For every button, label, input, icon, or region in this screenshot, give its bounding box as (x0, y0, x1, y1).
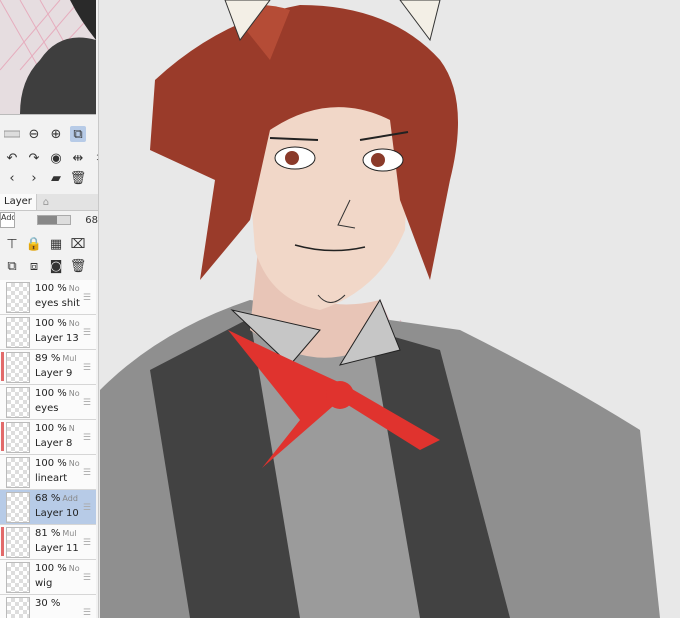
layer-blend-mode: No (68, 284, 80, 293)
drag-handle-icon[interactable]: ☰ (83, 433, 91, 443)
drawing-canvas[interactable] (99, 0, 680, 618)
duplicate-layer-icon[interactable]: ⧈ (26, 258, 42, 274)
layer-thumbnail (6, 387, 30, 418)
layer-color-mark (1, 527, 4, 556)
layer-blend-mode: N (68, 424, 75, 433)
layer-row[interactable]: 81 % Mul Layer 11 ☰ (0, 525, 96, 560)
layer-thumbnail (6, 422, 30, 453)
layer-opacity: 100 % No (35, 283, 80, 294)
delete-layer-icon[interactable]: 🗑 (70, 258, 87, 274)
layer-name: eyes (35, 403, 59, 414)
layer-name: lineart (35, 473, 68, 484)
zoom-toolbar: ⊖ ⊕ ⧉ (0, 124, 86, 144)
layer-settings-row: Add 68 (0, 210, 98, 230)
drag-handle-icon[interactable]: ☰ (83, 538, 91, 548)
layer-row[interactable]: 89 % Mul Layer 9 ☰ (0, 350, 96, 385)
layer-name: Layer 13 (35, 333, 79, 344)
layer-color-mark (1, 422, 4, 451)
flip-h-icon[interactable]: ⇹ (70, 150, 86, 166)
layer-opacity: 100 % No (35, 318, 80, 329)
layer-thumbnail (6, 527, 30, 558)
zoom-out-icon[interactable]: ⊖ (26, 126, 42, 142)
layer-row[interactable]: 100 % No wig ☰ (0, 560, 96, 595)
layer-opacity: 89 % Mul (35, 353, 77, 364)
blend-mode-select[interactable]: Add (0, 212, 15, 228)
layer-blend-mode: No (68, 564, 80, 573)
layer-name: Layer 8 (35, 438, 73, 449)
layer-toolbar-2: ⧉ ⧈ ◙ 🗑 (0, 256, 86, 276)
drag-handle-icon[interactable]: ☰ (83, 363, 91, 373)
layer-name: wig (35, 578, 53, 589)
layer-row[interactable]: 30 % ☰ (0, 595, 96, 618)
drag-handle-icon[interactable]: ☰ (83, 398, 91, 408)
zoom-slider-icon[interactable] (4, 126, 20, 142)
layer-blend-mode: No (68, 459, 80, 468)
layer-name: Layer 10 (35, 508, 79, 519)
drag-handle-icon[interactable]: ☰ (83, 328, 91, 338)
layer-opacity: 30 % (35, 598, 61, 609)
layer-blend-mode: No (68, 389, 80, 398)
layer-name: Layer 9 (35, 368, 73, 379)
layer-blend-mode: Add (62, 494, 78, 503)
layer-opacity: 100 % No (35, 458, 80, 469)
history-toolbar: ‹ › ▰ 🗑 (0, 168, 86, 188)
flip-v-icon[interactable]: ⇳ (92, 150, 98, 166)
opacity-slider[interactable] (36, 215, 72, 225)
layer-thumbnail (6, 317, 30, 348)
layer-opacity: 81 % Mul (35, 528, 77, 539)
layer-thumbnail (6, 282, 30, 313)
prev-icon[interactable]: ‹ (4, 170, 20, 186)
navigator-preview[interactable] (0, 0, 96, 115)
new-layer-icon[interactable]: ⧉ (4, 258, 20, 274)
layer-name: Layer 11 (35, 543, 79, 554)
layer-thumbnail (6, 597, 30, 618)
layer-toolbar-1: ⊤ 🔒 ▦ ⌧ (0, 234, 86, 254)
layer-row[interactable]: 100 % No lineart ☰ (0, 455, 96, 490)
layer-row[interactable]: 100 % No Layer 13 ☰ (0, 315, 96, 350)
navigator-thumbnail (0, 0, 96, 114)
layer-list: 100 % No eyes shit ☰ 100 % No Layer 13 ☰ 89 % Mul… (0, 280, 96, 618)
open-folder-icon[interactable]: ▰ (48, 170, 64, 186)
layer-opacity: 100 % N (35, 423, 75, 434)
zoom-in-icon[interactable]: ⊕ (48, 126, 64, 142)
mask-icon[interactable]: ◙ (48, 258, 64, 274)
layer-blend-mode: Mul (62, 529, 77, 538)
rotate-toolbar: ↶ ↷ ◉ ⇹ ⇳ (0, 148, 98, 168)
layer-blend-mode: No (68, 319, 80, 328)
left-tool-panel: ⊖ ⊕ ⧉ ↶ ↷ ◉ ⇹ ⇳ ‹ › ▰ 🗑 Layer ⌂ Add 68 ⊤… (0, 0, 99, 618)
layer-opacity: 68 % Add (35, 493, 78, 504)
trash-icon[interactable]: 🗑 (70, 170, 87, 186)
fit-icon[interactable]: ⧉ (70, 126, 86, 142)
layer-opacity: 100 % No (35, 563, 80, 574)
reset-rotate-icon[interactable]: ◉ (48, 150, 64, 166)
clip-icon[interactable]: ⌧ (70, 236, 86, 252)
layer-blend-mode: Mul (62, 354, 77, 363)
layer-row[interactable]: 100 % N Layer 8 ☰ (0, 420, 96, 455)
drag-handle-icon[interactable]: ☰ (83, 293, 91, 303)
tab-layer[interactable]: Layer (0, 194, 37, 210)
tab-other-icon[interactable]: ⌂ (37, 194, 55, 210)
lock-icon[interactable]: 🔒 (26, 236, 42, 252)
drag-handle-icon[interactable]: ☰ (83, 608, 91, 618)
layer-opacity: 100 % No (35, 388, 80, 399)
panel-tabbar: Layer ⌂ (0, 194, 98, 211)
layer-row[interactable]: 68 % Add Layer 10 ☰ (0, 490, 96, 525)
layer-color-mark (1, 352, 4, 381)
alpha-lock-icon[interactable]: ▦ (48, 236, 64, 252)
layer-thumbnail (6, 492, 30, 523)
layer-row[interactable]: 100 % No eyes ☰ (0, 385, 96, 420)
layer-thumbnail (6, 562, 30, 593)
layer-row[interactable]: 100 % No eyes shit ☰ (0, 280, 96, 315)
layer-name: eyes shit (35, 298, 80, 309)
layer-thumbnail (6, 457, 30, 488)
rotate-left-icon[interactable]: ↶ (4, 150, 20, 166)
drag-handle-icon[interactable]: ☰ (83, 503, 91, 513)
drag-handle-icon[interactable]: ☰ (83, 468, 91, 478)
rotate-right-icon[interactable]: ↷ (26, 150, 42, 166)
layer-thumbnail (6, 352, 30, 383)
opacity-value[interactable]: 68 (85, 215, 98, 226)
drag-handle-icon[interactable]: ☰ (83, 573, 91, 583)
pin-icon[interactable]: ⊤ (4, 236, 20, 252)
next-icon[interactable]: › (26, 170, 42, 186)
